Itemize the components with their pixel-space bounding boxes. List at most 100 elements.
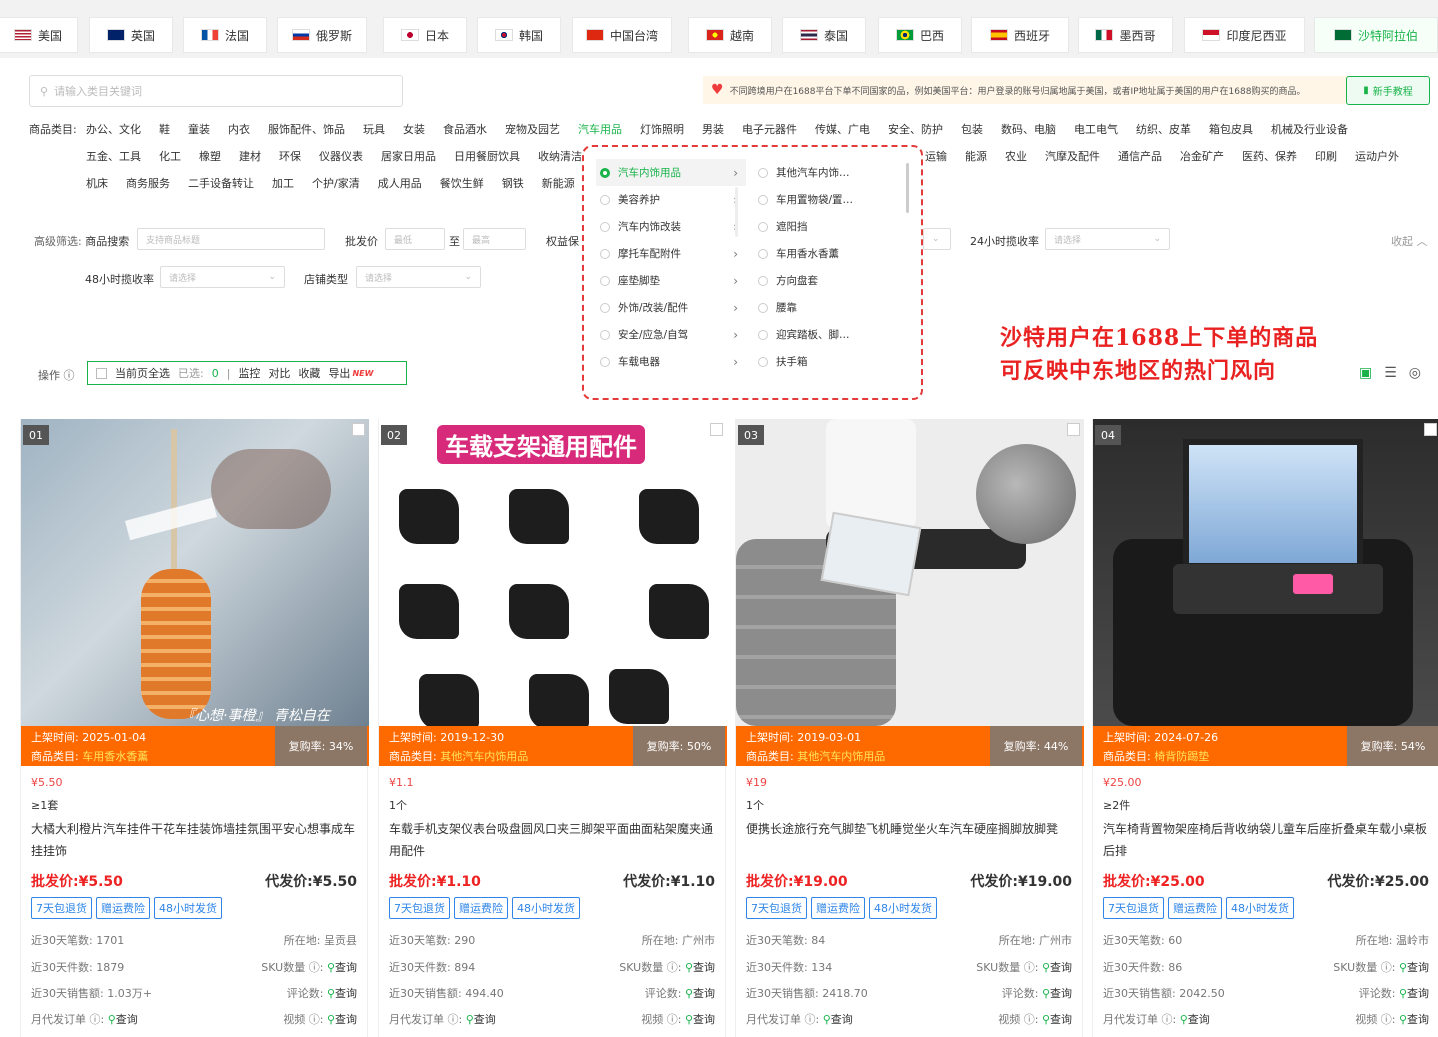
- product-image[interactable]: 『心想·事橙』 青松自在 01: [21, 419, 369, 726]
- radio-icon[interactable]: [758, 194, 768, 205]
- category-item[interactable]: 灯饰照明: [640, 121, 684, 137]
- radio-icon[interactable]: [600, 248, 610, 259]
- compare-button[interactable]: 对比: [268, 365, 290, 381]
- dropdown-subitem[interactable]: 方向盘套: [756, 267, 906, 294]
- category-item[interactable]: 安全、防护: [888, 121, 943, 137]
- query-link[interactable]: 查询: [1407, 1013, 1429, 1026]
- dropdown-item[interactable]: 汽车内饰改装›: [596, 213, 746, 240]
- product-title[interactable]: 便携长途旅行充气脚垫飞机睡觉坐火车汽车硬座搁脚放脚凳: [746, 818, 1076, 840]
- radio-icon[interactable]: [600, 221, 610, 232]
- product-checkbox[interactable]: [1067, 423, 1080, 436]
- category-item[interactable]: 宠物及园艺: [505, 121, 560, 137]
- radio-icon[interactable]: [758, 221, 768, 232]
- product-title[interactable]: 大橘大利橙片汽车挂件干花车挂装饰墙挂氛围平安心想事成车挂挂饰: [31, 818, 361, 862]
- tab-id[interactable]: 印度尼西亚: [1184, 17, 1305, 53]
- export-button[interactable]: 导出: [328, 365, 350, 381]
- category-item[interactable]: 服饰配件、饰品: [268, 121, 345, 137]
- radio-icon[interactable]: [600, 275, 610, 286]
- category-item[interactable]: 化工: [159, 148, 181, 164]
- product-title[interactable]: 车载手机支架仪表台吸盘圆风口夹三脚架平面曲面粘架魔夹通用配件: [389, 818, 719, 862]
- category-item[interactable]: 二手设备转让: [188, 175, 254, 191]
- radio-icon[interactable]: [600, 302, 610, 313]
- dropdown-subitem[interactable]: 遮阳挡: [756, 213, 906, 240]
- category-item[interactable]: 电工电气: [1074, 121, 1118, 137]
- dropdown-subitem[interactable]: 其他汽车内饰…: [756, 159, 906, 186]
- rate24-select[interactable]: 请选择 ⌄: [1045, 228, 1170, 250]
- radio-icon[interactable]: [758, 248, 768, 259]
- dropdown-item[interactable]: 摩托车配附件 ›: [596, 240, 746, 267]
- tab-fr[interactable]: 法国: [183, 17, 267, 53]
- category-item[interactable]: 环保: [279, 148, 301, 164]
- category-item[interactable]: 传媒、广电: [815, 121, 870, 137]
- category-item[interactable]: 数码、电脑: [1001, 121, 1056, 137]
- category-item[interactable]: 钢铁: [502, 175, 524, 191]
- product-card[interactable]: 『心想·事橙』 青松自在 01 上架时间: 2025-01-04 商品类目: 车…: [20, 419, 369, 1037]
- category-item[interactable]: 收纳清洁: [538, 148, 582, 164]
- dropdown-item[interactable]: 安全/应急/自驾 ›: [596, 321, 746, 348]
- product-image[interactable]: 车载支架通用配件 02: [379, 419, 727, 726]
- shop-type-select[interactable]: 请选择 ⌄: [356, 266, 481, 288]
- category-item[interactable]: 包装: [961, 121, 983, 137]
- query-link[interactable]: 查询: [693, 1013, 715, 1026]
- select-all-label[interactable]: 当前页全选: [115, 365, 170, 381]
- query-link[interactable]: 查询: [335, 987, 357, 1000]
- list-view-icon[interactable]: ☰: [1384, 365, 1397, 381]
- product-image[interactable]: 03: [736, 419, 1084, 726]
- price-min-input[interactable]: 最低: [385, 228, 445, 250]
- category-item[interactable]: 五金、工具: [86, 148, 141, 164]
- tab-kr[interactable]: 韩国: [477, 17, 561, 53]
- category-item[interactable]: 内衣: [228, 121, 250, 137]
- tab-es[interactable]: 西班牙: [971, 17, 1069, 53]
- category-item[interactable]: 建材: [239, 148, 261, 164]
- tab-jp[interactable]: 日本: [383, 17, 467, 53]
- query-link[interactable]: 查询: [474, 1013, 496, 1026]
- dropdown-scrollbar[interactable]: [906, 163, 909, 213]
- radio-icon[interactable]: [600, 194, 610, 205]
- select-all-checkbox[interactable]: [96, 367, 107, 379]
- query-link[interactable]: 查询: [693, 987, 715, 1000]
- tab-tw[interactable]: 中国台湾: [572, 17, 672, 53]
- radio-icon[interactable]: [600, 329, 610, 340]
- query-link[interactable]: 查询: [831, 1013, 853, 1026]
- rate48-select[interactable]: 请选择 ⌄: [160, 266, 285, 288]
- tab-br[interactable]: 巴西: [878, 17, 962, 53]
- category-item[interactable]: 运动户外: [1355, 148, 1399, 164]
- monitor-button[interactable]: 监控: [238, 365, 260, 381]
- category-item[interactable]: 鞋: [159, 121, 170, 137]
- radio-icon[interactable]: [600, 356, 610, 367]
- query-link[interactable]: 查询: [1050, 987, 1072, 1000]
- category-item[interactable]: 通信产品: [1118, 148, 1162, 164]
- query-link[interactable]: 查询: [1188, 1013, 1210, 1026]
- product-checkbox[interactable]: [352, 423, 365, 436]
- category-item[interactable]: 童装: [188, 121, 210, 137]
- favorite-button[interactable]: 收藏: [298, 365, 320, 381]
- category-item[interactable]: 居家日用品: [381, 148, 436, 164]
- collapse-toggle[interactable]: 收起 ︿: [1391, 233, 1428, 249]
- dropdown-subitem[interactable]: 迎宾踏板、脚…: [756, 321, 906, 348]
- query-link[interactable]: 查询: [1050, 1013, 1072, 1026]
- dropdown-item[interactable]: 车载电器 ›: [596, 348, 746, 375]
- tab-vn[interactable]: 越南: [688, 17, 772, 53]
- dropdown-item[interactable]: 汽车内饰用品 ›: [596, 159, 746, 186]
- category-item[interactable]: 能源: [965, 148, 987, 164]
- category-item[interactable]: 电子元器件: [742, 121, 797, 137]
- category-item[interactable]: 女装: [403, 121, 425, 137]
- category-item[interactable]: 加工: [272, 175, 294, 191]
- query-link[interactable]: 查询: [116, 1013, 138, 1026]
- category-search-input[interactable]: ⚲ 请输入类目关键词: [29, 75, 403, 107]
- dropdown-subitem[interactable]: 扶手箱: [756, 348, 906, 375]
- product-card[interactable]: 置物架 04 上架时间: 2024-07-26 商品类目: 椅背防踢垫 复购率:…: [1092, 419, 1438, 1037]
- tab-th[interactable]: 泰国: [782, 17, 866, 53]
- dropdown-subitem[interactable]: 腰靠: [756, 294, 906, 321]
- product-card[interactable]: 车载支架通用配件 02 上架时间: 2019-12-30 商品类目: 其他汽车内…: [378, 419, 727, 1037]
- tab-mx[interactable]: 墨西哥: [1078, 17, 1173, 53]
- category-item[interactable]: 纺织、皮革: [1136, 121, 1191, 137]
- tutorial-button[interactable]: ▮ 新手教程: [1346, 76, 1430, 105]
- product-checkbox[interactable]: [710, 423, 723, 436]
- category-item[interactable]: 成人用品: [378, 175, 422, 191]
- radio-icon[interactable]: [758, 329, 768, 340]
- category-item[interactable]: 医药、保养: [1242, 148, 1297, 164]
- dropdown-item[interactable]: 美容养护›: [596, 186, 746, 213]
- query-link[interactable]: 查询: [335, 1013, 357, 1026]
- tab-ru[interactable]: 俄罗斯: [277, 17, 367, 53]
